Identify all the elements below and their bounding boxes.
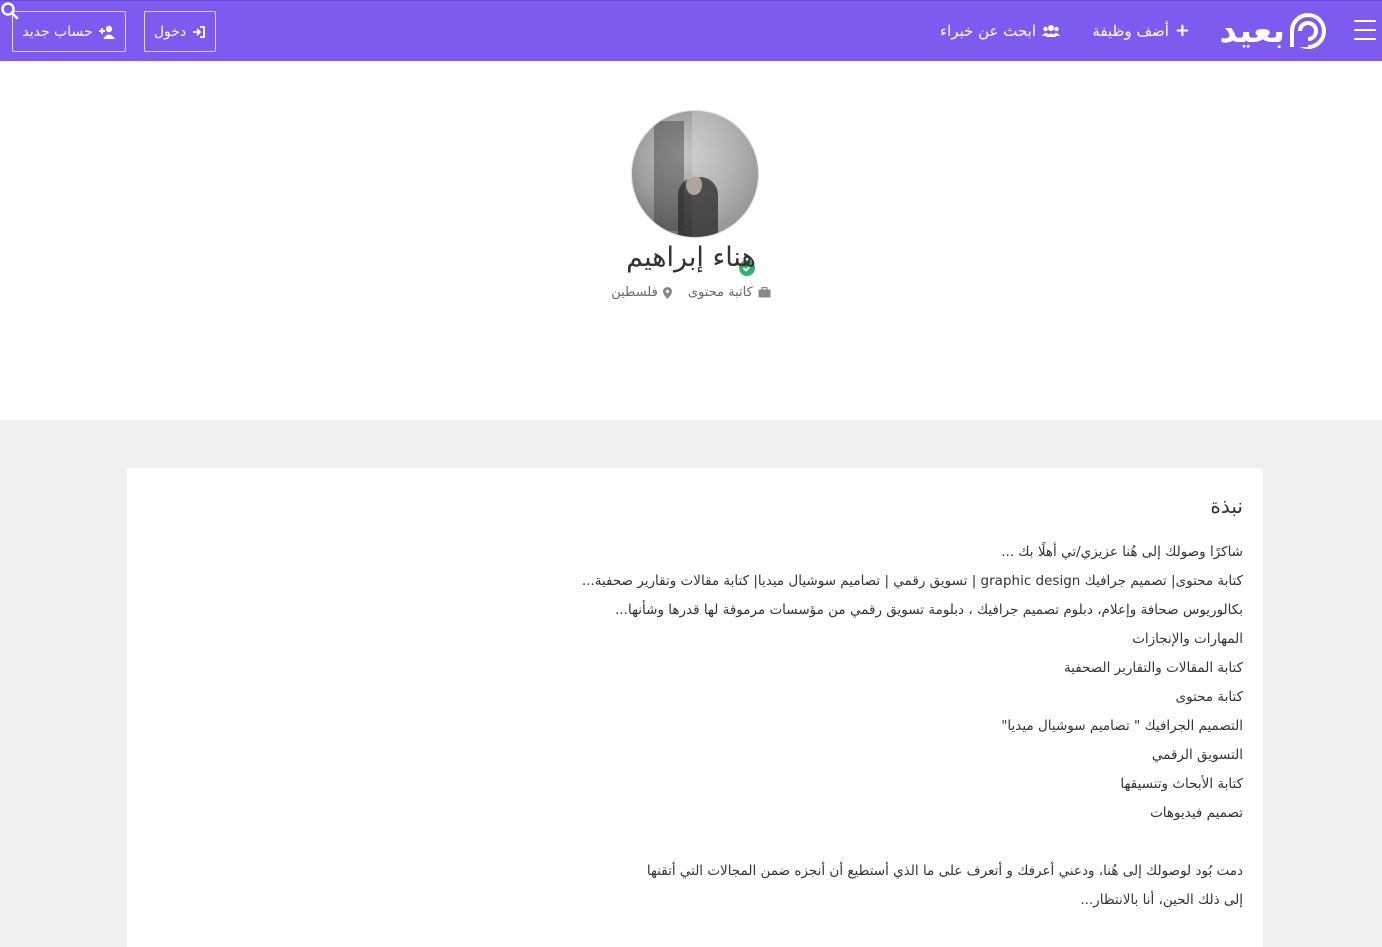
- briefcase-icon: [758, 287, 771, 298]
- bio-line: شاكرًا وصولك إلى هُنا عزيزي/تي أهلًا بك …: [1001, 544, 1243, 560]
- add-job-label: أضف وظيفة: [1092, 22, 1169, 40]
- bio-line: التصميم الجرافيك " تصاميم سوشيال ميديا": [1001, 718, 1243, 734]
- bio-line: كتابة محتوى: [1175, 689, 1243, 705]
- bio-title: نبذة: [1210, 494, 1243, 518]
- profile-meta: كاتبة محتوى فلسطين: [0, 285, 1382, 300]
- user-plus-icon: [98, 25, 115, 39]
- find-experts-link[interactable]: ابحث عن خبراء: [940, 19, 1060, 43]
- location-text: فلسطين: [611, 285, 658, 300]
- bio-line: كتابة الأبحاث وتنسيقها: [1120, 776, 1243, 792]
- bio-line: كتابة المقالات والتقارير الصحفية: [1063, 660, 1243, 676]
- bio-line: بكالوريوس صحافة وإعلام، دبلوم تصميم جراف…: [615, 602, 1243, 618]
- logo-mark-icon: [1290, 13, 1326, 49]
- bio-line: تصميم فيديوهات: [1150, 805, 1243, 821]
- bio-line: دمت بُود لوصولك إلى هُنا، ودعني أعرفك و …: [646, 863, 1243, 879]
- add-job-link[interactable]: + أضف وظيفة: [1092, 19, 1190, 43]
- plus-icon: +: [1174, 20, 1190, 41]
- hamburger-menu-icon[interactable]: [1354, 20, 1376, 40]
- profile-header: هناء إبراهيم كاتبة محتوى فلسطين: [0, 61, 1382, 420]
- users-icon: [1042, 25, 1060, 37]
- bio-line: التسويق الرقمي: [1151, 747, 1243, 763]
- profile-avatar: [631, 110, 759, 238]
- top-navbar: بعيد + أضف وظيفة ابحث عن خبراء دخول حساب…: [0, 0, 1382, 61]
- map-marker-icon: [662, 286, 672, 299]
- sign-in-icon: [193, 25, 206, 38]
- job-title: كاتبة محتوى: [688, 285, 771, 300]
- bio-line: إلى ذلك الحين، أنا بالانتظار...: [1080, 892, 1243, 908]
- register-button[interactable]: حساب جديد: [12, 11, 126, 52]
- profile-name: هناء إبراهيم: [626, 242, 756, 273]
- login-label: دخول: [153, 23, 187, 40]
- site-logo[interactable]: بعيد: [1217, 10, 1327, 52]
- bio-spacer: [147, 828, 1243, 857]
- bio-body: شاكرًا وصولك إلى هُنا عزيزي/تي أهلًا بك …: [147, 538, 1243, 915]
- register-label: حساب جديد: [22, 23, 93, 40]
- bio-line: كتابة محتوى| تصميم جرافيك graphic design…: [581, 573, 1243, 589]
- bio-line: المهارات والإنجازات: [1132, 631, 1243, 647]
- bio-card: نبذة شاكرًا وصولك إلى هُنا عزيزي/تي أهلً…: [127, 468, 1263, 947]
- login-button[interactable]: دخول: [144, 11, 216, 52]
- logo-text: بعيد: [1219, 11, 1286, 51]
- find-experts-label: ابحث عن خبراء: [940, 22, 1036, 40]
- job-title-text: كاتبة محتوى: [687, 285, 753, 300]
- location: فلسطين: [611, 285, 672, 300]
